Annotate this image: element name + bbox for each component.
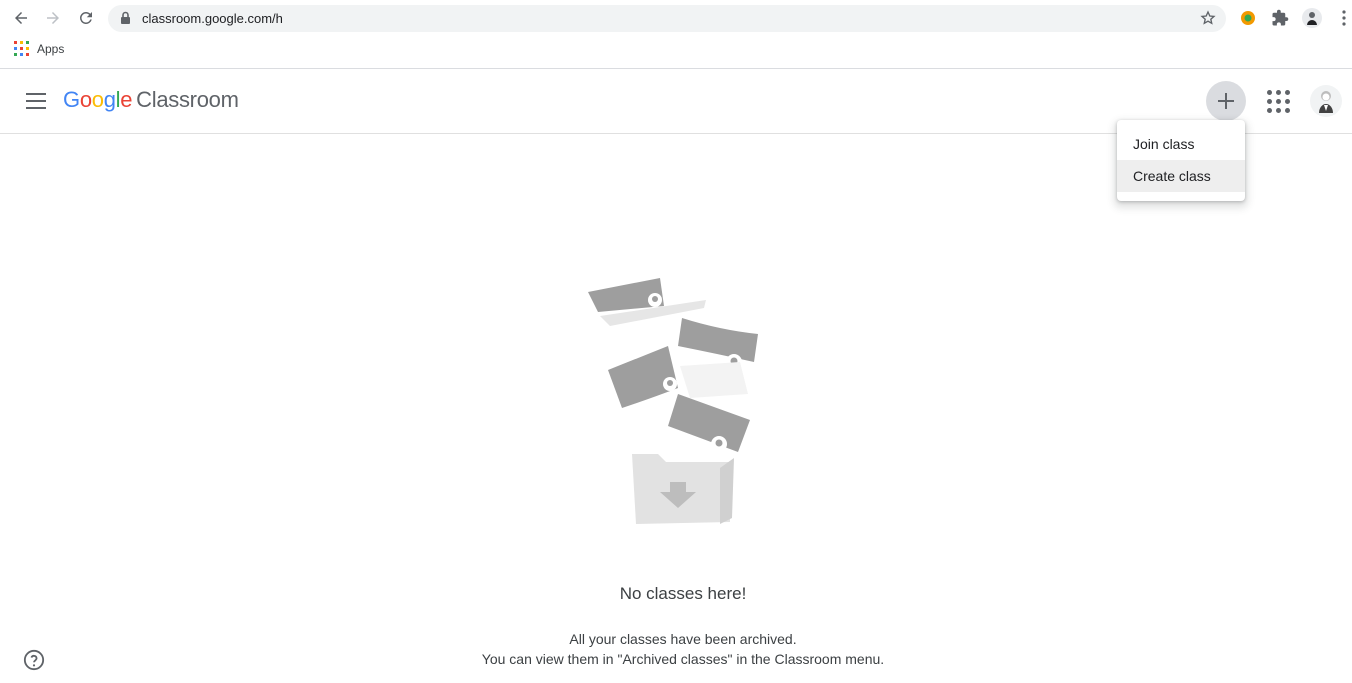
reload-icon — [79, 11, 92, 24]
apps-dot-icon — [1275, 98, 1281, 104]
logo-letter: g — [103, 87, 116, 112]
folder-side-shape — [720, 458, 734, 524]
main-menu-button[interactable] — [24, 89, 48, 113]
empty-state-title: No classes here! — [619, 584, 747, 603]
forward-arrow-icon — [47, 12, 59, 24]
faint-card-shape — [680, 362, 748, 398]
plus-icon — [1218, 93, 1234, 109]
logo-letter: o — [79, 87, 92, 112]
class-card-shape — [608, 346, 678, 408]
browser-toolbar: classroom.google.com/h Apps — [0, 0, 1352, 69]
empty-state-line-2: You can view them in "Archived classes" … — [481, 651, 885, 667]
apps-dot-icon — [1284, 89, 1290, 95]
extension-badge-icon — [1241, 11, 1255, 25]
class-card-shape — [668, 394, 750, 452]
apps-dot-icon — [1266, 89, 1272, 95]
logo-letter: e — [120, 87, 133, 112]
help-button[interactable] — [23, 649, 45, 671]
apps-dot-icon — [1284, 98, 1290, 104]
bookmark-apps[interactable]: Apps — [37, 42, 64, 56]
create-or-join-button[interactable] — [1206, 81, 1246, 121]
extension-icon[interactable] — [1236, 6, 1260, 30]
create-join-menu: Join class Create class — [1117, 120, 1245, 201]
apps-dot-icon — [1266, 107, 1272, 113]
logo-letter: o — [91, 87, 104, 112]
menu-line-icon — [26, 93, 46, 95]
product-name: Classroom — [136, 87, 239, 112]
classroom-logo[interactable]: Google Classroom — [63, 87, 239, 113]
empty-classes-illustration — [588, 278, 758, 524]
help-icon — [23, 649, 45, 671]
reload-button[interactable] — [74, 6, 98, 30]
google-apps-button[interactable] — [1264, 87, 1292, 115]
class-card-shape — [678, 318, 758, 362]
empty-state-line-1: All your classes have been archived. — [569, 631, 797, 647]
menu-line-icon — [26, 107, 46, 109]
browser-menu-button[interactable] — [1332, 6, 1352, 30]
account-avatar[interactable] — [1310, 85, 1342, 117]
user-avatar-icon — [1319, 91, 1333, 113]
bookmarks-bar: Apps — [14, 41, 64, 56]
more-vert-icon — [1342, 10, 1346, 26]
logo-letter: G — [63, 87, 80, 112]
url-text: classroom.google.com/h — [142, 11, 283, 26]
back-arrow-icon — [15, 12, 27, 24]
menu-line-icon — [26, 100, 46, 102]
extensions-button[interactable] — [1268, 6, 1292, 30]
back-button[interactable] — [9, 6, 33, 30]
apps-dot-icon — [1266, 98, 1272, 104]
apps-dot-icon — [1284, 107, 1290, 113]
profile-button[interactable] — [1300, 6, 1324, 30]
menu-item-create-class[interactable]: Create class — [1117, 160, 1245, 192]
menu-item-join-class[interactable]: Join class — [1117, 128, 1245, 160]
forward-button[interactable] — [41, 6, 65, 30]
profile-avatar-icon — [1302, 8, 1322, 28]
apps-grid-icon[interactable] — [14, 41, 29, 56]
apps-dot-icon — [1275, 107, 1281, 113]
lock-icon — [121, 11, 130, 24]
apps-dot-icon — [1275, 89, 1281, 95]
address-bar[interactable]: classroom.google.com/h — [108, 5, 1226, 32]
bookmark-star-icon[interactable] — [1200, 10, 1216, 26]
puzzle-icon — [1272, 9, 1289, 26]
